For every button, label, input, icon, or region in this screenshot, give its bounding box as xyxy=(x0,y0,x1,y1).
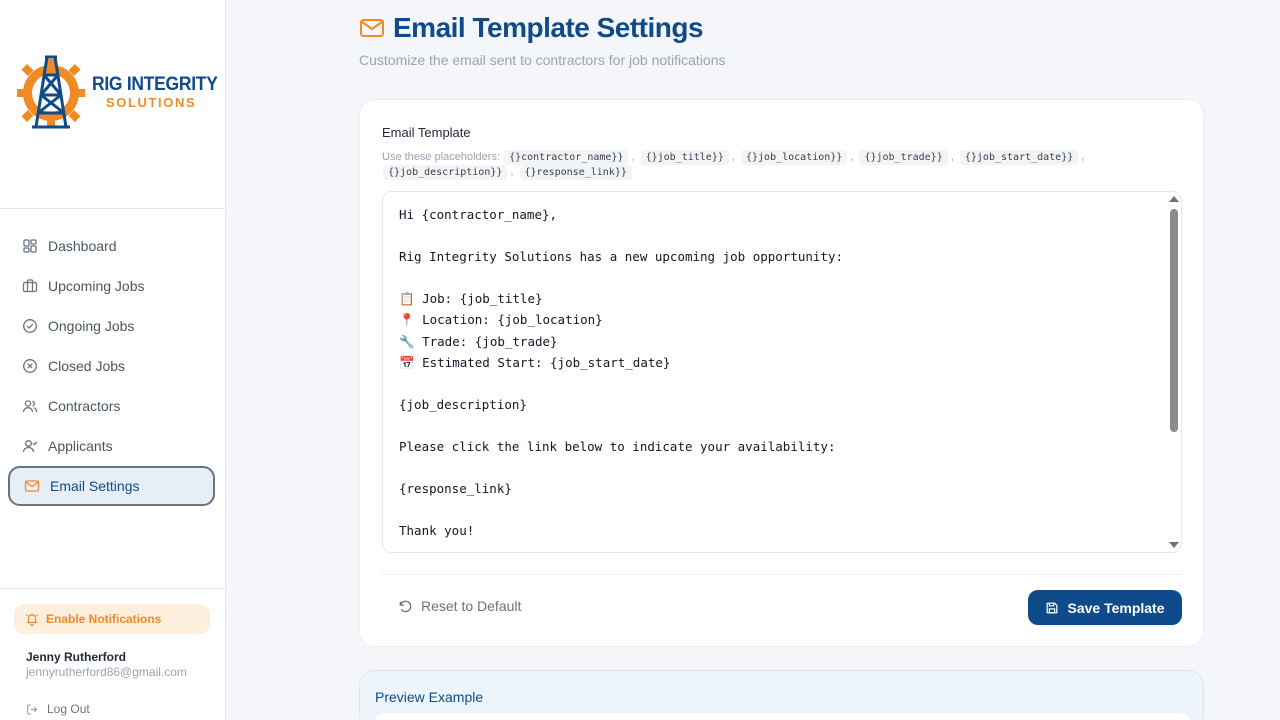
email-template-text[interactable]: Hi {contractor_name}, Rig Integrity Solu… xyxy=(399,204,1159,542)
sidebar-divider xyxy=(0,588,225,589)
sidebar-item-label: Contractors xyxy=(48,398,121,414)
brand-tagline: SOLUTIONS xyxy=(106,95,197,110)
reset-to-default-label: Reset to Default xyxy=(421,598,522,614)
sidebar-item-upcoming-jobs[interactable]: Upcoming Jobs xyxy=(8,266,215,306)
rotate-ccw-icon xyxy=(399,600,412,612)
editor-scrollbar[interactable] xyxy=(1168,192,1180,552)
mail-icon xyxy=(24,478,40,494)
card-divider xyxy=(382,574,1182,575)
check-circle-icon xyxy=(22,318,38,334)
sidebar-item-label: Dashboard xyxy=(48,238,117,254)
bell-icon xyxy=(25,614,39,626)
placeholder-chip: {}job_location}} xyxy=(741,150,848,165)
user-name: Jenny Rutherford xyxy=(26,650,127,664)
log-out-icon xyxy=(27,703,38,715)
save-icon xyxy=(1047,602,1058,613)
sidebar-item-label: Closed Jobs xyxy=(48,358,126,374)
email-template-label: Email Template xyxy=(382,125,471,140)
page-header: Email Template Settings xyxy=(359,12,704,44)
sidebar-item-label: Upcoming Jobs xyxy=(48,278,145,294)
placeholder-chip: {}job_description}} xyxy=(383,165,508,180)
dashboard-icon xyxy=(22,238,38,254)
x-circle-icon xyxy=(22,358,38,374)
sidebar-item-applicants[interactable]: Applicants xyxy=(8,426,215,466)
sidebar-item-ongoing-jobs[interactable]: Ongoing Jobs xyxy=(8,306,215,346)
placeholder-chip: {}contractor_name}} xyxy=(504,150,629,165)
user-plus-icon xyxy=(22,438,38,454)
user-email: jennyrutherford86@gmail.com xyxy=(26,665,187,679)
sidebar-divider xyxy=(0,208,225,209)
brand-name: RIG INTEGRITY xyxy=(92,74,218,95)
sidebar-item-label: Email Settings xyxy=(50,478,140,494)
sidebar-item-label: Applicants xyxy=(48,438,113,454)
users-icon xyxy=(22,398,38,414)
company-logo[interactable]: RIG INTEGRITY SOLUTIONS xyxy=(14,52,218,132)
oil-rig-gear-logo-icon xyxy=(17,55,85,129)
scroll-up-arrow-icon[interactable] xyxy=(1169,196,1179,202)
preview-example-title: Preview Example xyxy=(375,689,484,705)
reset-to-default-button[interactable]: Reset to Default xyxy=(398,598,521,614)
log-out-button[interactable]: Log Out xyxy=(26,702,90,716)
placeholder-list: Use these placeholders: {}contractor_nam… xyxy=(382,150,1085,180)
scrollbar-thumb[interactable] xyxy=(1170,209,1178,432)
sidebar-nav: Dashboard Upcoming Jobs Ongoing Jobs Clo… xyxy=(8,226,215,506)
placeholder-chip: {}job_trade}} xyxy=(859,150,948,165)
placeholder-chip: {}job_title}} xyxy=(640,150,729,165)
placeholder-chip: {}job_start_date}} xyxy=(959,150,1079,165)
placeholder-chip: {}response_link}} xyxy=(519,165,632,180)
sidebar: RIG INTEGRITY SOLUTIONS Dashboard Upcomi… xyxy=(0,0,226,720)
enable-notifications-label: Enable Notifications xyxy=(46,612,162,626)
sidebar-item-contractors[interactable]: Contractors xyxy=(8,386,215,426)
enable-notifications-button[interactable]: Enable Notifications xyxy=(14,604,210,634)
preview-example-card: Preview Example xyxy=(359,670,1204,720)
log-out-label: Log Out xyxy=(47,702,90,716)
sidebar-item-dashboard[interactable]: Dashboard xyxy=(8,226,215,266)
preview-content xyxy=(375,713,1190,720)
email-template-textarea[interactable]: Hi {contractor_name}, Rig Integrity Solu… xyxy=(382,191,1182,553)
sidebar-item-label: Ongoing Jobs xyxy=(48,318,135,334)
save-template-label: Save Template xyxy=(1067,599,1165,616)
briefcase-icon xyxy=(22,278,38,294)
sidebar-item-closed-jobs[interactable]: Closed Jobs xyxy=(8,346,215,386)
placeholders-intro: Use these placeholders: xyxy=(382,151,501,163)
scroll-down-arrow-icon[interactable] xyxy=(1169,542,1179,548)
page-subtitle: Customize the email sent to contractors … xyxy=(359,52,726,68)
sidebar-item-email-settings[interactable]: Email Settings xyxy=(8,466,215,506)
save-template-button[interactable]: Save Template xyxy=(1028,590,1182,625)
page-title: Email Template Settings xyxy=(393,12,704,43)
mail-icon xyxy=(360,19,384,37)
email-template-card: Email Template Use these placeholders: {… xyxy=(359,99,1204,647)
